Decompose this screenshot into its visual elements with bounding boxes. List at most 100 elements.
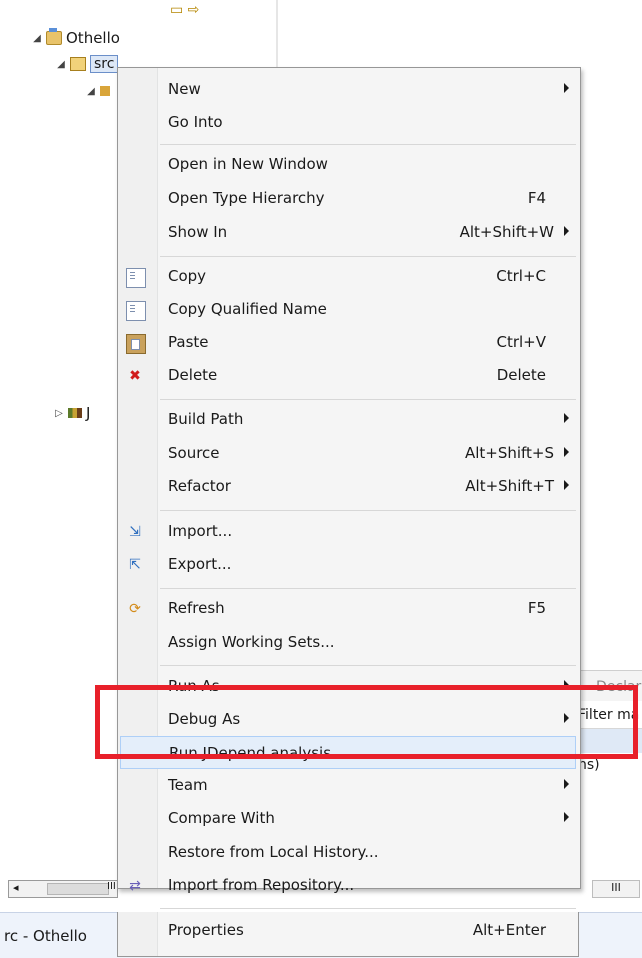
- horizontal-scrollbar[interactable]: ◂ III: [8, 880, 118, 898]
- expand-down-icon[interactable]: ◢: [86, 86, 96, 97]
- refresh-icon: ⟳: [129, 601, 141, 617]
- menu-item-assign-working-sets[interactable]: Assign Working Sets...: [120, 626, 576, 659]
- menu-item-delete[interactable]: ✖ Delete Delete: [120, 359, 576, 392]
- menu-item-compare-with[interactable]: Compare With: [120, 802, 576, 835]
- menu-label: Restore from Local History...: [168, 843, 379, 861]
- submenu-arrow-icon: [564, 713, 569, 723]
- menu-item-open-new-window[interactable]: Open in New Window: [120, 148, 576, 181]
- menu-label: Refactor: [168, 477, 231, 495]
- declarations-tab[interactable]: Declara: [578, 671, 642, 701]
- project-name: Othello: [66, 29, 120, 47]
- import-icon: ⇲: [129, 524, 141, 540]
- export-icon: ⇱: [129, 557, 141, 573]
- menu-label: Copy: [168, 267, 207, 285]
- submenu-arrow-icon: [564, 83, 569, 93]
- menu-shortcut: Ctrl+C: [496, 267, 546, 285]
- menu-label: Team: [168, 776, 208, 794]
- menu-label: Open Type Hierarchy: [168, 189, 325, 207]
- panel-row: ns): [578, 757, 600, 773]
- expand-down-icon[interactable]: ◢: [32, 33, 42, 44]
- source-folder-icon: [70, 57, 86, 71]
- menu-label: Properties: [168, 921, 244, 939]
- context-menu: New Go Into Open in New Window Open Type…: [117, 67, 581, 909]
- menu-label: Run JDepend analysis: [169, 744, 332, 762]
- delete-icon: ✖: [129, 368, 141, 384]
- menu-item-show-in[interactable]: Show In Alt+Shift+W: [120, 216, 576, 249]
- library-icon: [68, 408, 82, 418]
- panel-scrollbar[interactable]: III: [592, 880, 640, 898]
- menu-item-refresh[interactable]: ⟳ Refresh F5: [120, 592, 576, 625]
- menu-item-debug-as[interactable]: Debug As: [120, 703, 576, 736]
- menu-item-new[interactable]: New: [120, 73, 576, 106]
- submenu-arrow-icon: [564, 779, 569, 789]
- menu-shortcut: Alt+Shift+T: [465, 477, 554, 495]
- menu-item-open-type-hierarchy[interactable]: Open Type Hierarchy F4: [120, 182, 576, 215]
- tree-item-package[interactable]: ◢: [86, 80, 114, 102]
- menu-shortcut: Alt+Shift+W: [459, 223, 554, 241]
- menu-item-export[interactable]: ⇱ Export...: [120, 548, 576, 581]
- menu-item-copy-qualified-name[interactable]: Copy Qualified Name: [120, 293, 576, 326]
- menu-label: Run As: [168, 677, 220, 695]
- paste-icon: [126, 334, 146, 354]
- menu-label: Export...: [168, 555, 232, 573]
- menu-item-run-jdepend-analysis[interactable]: Run JDepend analysis: [120, 736, 576, 769]
- copy-qualified-icon: [126, 301, 146, 321]
- menu-item-copy[interactable]: Copy Ctrl+C: [120, 260, 576, 293]
- package-icon: [100, 86, 110, 96]
- menu-item-import[interactable]: ⇲ Import...: [120, 515, 576, 548]
- submenu-arrow-icon: [564, 447, 569, 457]
- menu-label: Open in New Window: [168, 155, 328, 173]
- repository-icon: ⇄: [129, 878, 141, 894]
- menu-shortcut: F4: [527, 189, 546, 207]
- menu-item-source[interactable]: Source Alt+Shift+S: [120, 437, 576, 470]
- tree-item-project[interactable]: ◢ Othello: [32, 27, 120, 49]
- menu-label: Paste: [168, 333, 209, 351]
- menu-item-properties[interactable]: Properties Alt+Enter: [120, 914, 576, 947]
- menu-shortcut: Delete: [496, 366, 546, 384]
- menu-separator: [160, 256, 576, 257]
- scroll-thumb[interactable]: [47, 883, 109, 895]
- src-label: src: [90, 55, 119, 73]
- expand-right-icon[interactable]: ▷: [54, 408, 64, 419]
- menu-item-refactor[interactable]: Refactor Alt+Shift+T: [120, 470, 576, 503]
- menu-label: Go Into: [168, 113, 223, 131]
- scroll-left-icon[interactable]: ◂: [13, 881, 19, 894]
- menu-shortcut: Alt+Enter: [472, 921, 546, 939]
- menu-item-team[interactable]: Team: [120, 769, 576, 802]
- menu-label: Delete: [168, 366, 218, 384]
- menu-label: Build Path: [168, 410, 244, 428]
- menu-separator: [160, 908, 576, 909]
- menu-separator: [160, 665, 576, 666]
- submenu-arrow-icon: [564, 480, 569, 490]
- expand-down-icon[interactable]: ◢: [56, 59, 66, 70]
- menu-separator: [160, 510, 576, 511]
- selected-row[interactable]: [578, 729, 642, 753]
- declarations-panel: Declara Filter ma ns): [578, 670, 642, 876]
- context-menu-bottom: Properties Alt+Enter: [117, 912, 579, 957]
- menu-item-import-from-repository[interactable]: ⇄ Import from Repository...: [120, 869, 576, 902]
- scroll-grip: III: [107, 881, 116, 892]
- filter-field[interactable]: Filter ma: [578, 701, 642, 729]
- tree-item-src[interactable]: ◢ src: [56, 53, 119, 75]
- menu-label: Refresh: [168, 599, 225, 617]
- status-text: rc - Othello: [4, 927, 87, 945]
- submenu-arrow-icon: [564, 812, 569, 822]
- menu-label: Copy Qualified Name: [168, 300, 327, 318]
- menu-label: Source: [168, 444, 220, 462]
- collapse-link-toolbar[interactable]: ▭ ⇨: [170, 2, 199, 18]
- menu-item-go-into[interactable]: Go Into: [120, 106, 576, 139]
- menu-label: Compare With: [168, 809, 275, 827]
- menu-item-build-path[interactable]: Build Path: [120, 403, 576, 436]
- menu-separator: [160, 588, 576, 589]
- menu-shortcut: F5: [527, 599, 546, 617]
- menu-item-restore-local-history[interactable]: Restore from Local History...: [120, 836, 576, 869]
- menu-shortcut: Ctrl+V: [496, 333, 546, 351]
- menu-separator: [160, 144, 576, 145]
- menu-item-run-as[interactable]: Run As: [120, 670, 576, 703]
- menu-label: Import from Repository...: [168, 876, 355, 894]
- menu-label: New: [168, 80, 201, 98]
- tree-item-library[interactable]: ▷ J: [54, 402, 90, 424]
- menu-item-paste[interactable]: Paste Ctrl+V: [120, 326, 576, 359]
- submenu-arrow-icon: [564, 413, 569, 423]
- menu-label: Import...: [168, 522, 233, 540]
